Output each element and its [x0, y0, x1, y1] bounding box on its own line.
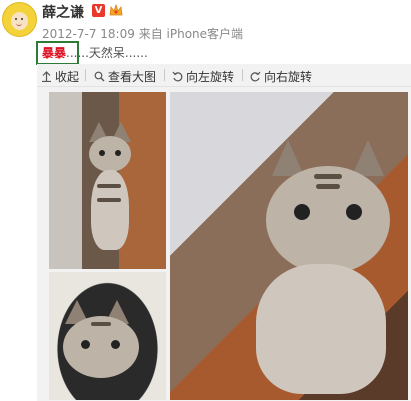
cat-stripe: [316, 184, 340, 189]
cat-ear: [352, 140, 384, 176]
collapse-button[interactable]: 收起: [41, 68, 79, 85]
avatar-face: [11, 12, 28, 30]
cat-head: [266, 166, 390, 274]
toolbar-divider: [85, 69, 86, 81]
rotate-right-label: 向右旋转: [264, 70, 313, 84]
photo-main[interactable]: [170, 92, 408, 400]
cat-eye: [294, 204, 310, 220]
post-date[interactable]: 2012-7-7 18:09: [42, 27, 135, 41]
rotate-right-icon: [250, 71, 261, 82]
toolbar-divider: [242, 69, 243, 81]
magnify-icon: [94, 71, 105, 82]
cat-body: [256, 264, 386, 394]
cat-body: [91, 170, 129, 250]
cat-head: [89, 136, 131, 172]
media-toolbar: 收起 查看大图 向左旋转 向右旋转: [37, 64, 411, 87]
rotate-left-label: 向左旋转: [186, 70, 235, 84]
cat-eye: [346, 204, 362, 220]
view-large-label: 查看大图: [108, 70, 157, 84]
cat-stripe: [97, 198, 121, 202]
photo-thumbnail[interactable]: [49, 272, 166, 400]
cat-eye: [99, 150, 105, 156]
avatar-eye-right: [21, 18, 23, 20]
toolbar-divider: [164, 69, 165, 81]
verified-badge-icon: V: [92, 4, 105, 17]
avatar-mouth: [16, 23, 22, 26]
username[interactable]: 薛之谦: [42, 2, 84, 22]
avatar[interactable]: [2, 2, 37, 37]
cat-stripe: [91, 322, 111, 326]
highlight-box: [36, 41, 79, 65]
cat-ear: [272, 140, 304, 176]
cat-stripe: [97, 184, 121, 188]
rotate-right-button[interactable]: 向右旋转: [250, 68, 312, 85]
post-meta: 2012-7-7 18:09 来自 iPhone客户端: [42, 25, 243, 42]
avatar-eye-left: [15, 18, 17, 20]
post-source[interactable]: 来自 iPhone客户端: [139, 27, 243, 41]
photo-thumbnail[interactable]: [49, 92, 166, 269]
cat-eye: [115, 150, 121, 156]
collapse-arrow-icon: [42, 71, 51, 82]
cat-eye: [81, 340, 90, 349]
cat-eye: [111, 340, 120, 349]
crown-icon: [109, 4, 123, 16]
cat-stripe: [314, 174, 342, 179]
view-large-button[interactable]: 查看大图: [94, 68, 156, 85]
rotate-left-icon: [172, 71, 183, 82]
collapse-label: 收起: [55, 70, 80, 84]
media-panel: 收起 查看大图 向左旋转 向右旋转: [37, 64, 411, 401]
rotate-left-button[interactable]: 向左旋转: [172, 68, 234, 85]
